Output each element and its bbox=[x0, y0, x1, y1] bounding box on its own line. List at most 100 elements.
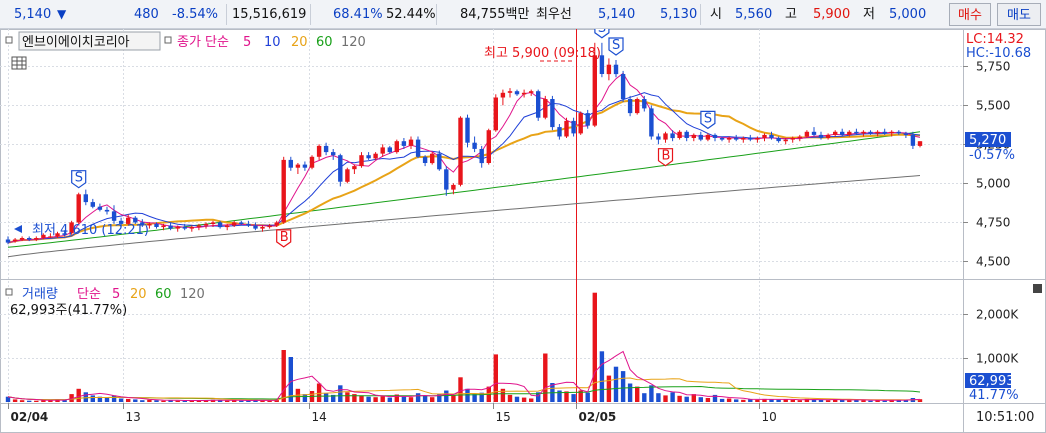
signal-label: B bbox=[662, 149, 671, 164]
volume-bar bbox=[790, 399, 795, 402]
candle-body bbox=[302, 164, 308, 168]
volume-bar bbox=[663, 395, 668, 402]
quote-bar: 5,140 ▼ 480 -8.54% 15,516,619 68.41% 52.… bbox=[0, 0, 1046, 29]
candle-body bbox=[592, 55, 597, 126]
candle-body bbox=[882, 131, 887, 134]
signal-label: S bbox=[75, 171, 83, 186]
x-tick-label: 02/05 bbox=[579, 410, 617, 424]
candle-body bbox=[182, 227, 187, 229]
candle-body bbox=[726, 138, 732, 140]
candle-body bbox=[797, 136, 802, 139]
legend-toggle-icon[interactable] bbox=[5, 36, 13, 44]
candle-body bbox=[557, 127, 562, 137]
candle-body bbox=[910, 134, 916, 146]
volume-toggle-icon[interactable] bbox=[5, 288, 13, 296]
candle-body bbox=[500, 92, 506, 98]
candle-body bbox=[359, 155, 364, 167]
candle-body bbox=[437, 153, 442, 170]
volume-bar bbox=[642, 393, 647, 402]
open-label: 시 bbox=[710, 7, 722, 22]
buy-button[interactable]: 매수 bbox=[949, 3, 991, 26]
ma20-legend: 20 bbox=[291, 35, 308, 50]
x-axis: 02/04 13 14 15 02/05 10 bbox=[8, 403, 777, 424]
candle-body bbox=[818, 134, 824, 138]
candle-body bbox=[677, 131, 682, 138]
volume-bar bbox=[670, 392, 675, 402]
price-tick-label: 4,500 bbox=[976, 255, 1010, 269]
ma60-legend: 60 bbox=[316, 35, 333, 50]
candle-body bbox=[373, 153, 378, 159]
candle-body bbox=[486, 130, 491, 163]
volume-bar bbox=[175, 400, 180, 402]
volume-bar bbox=[111, 395, 117, 402]
volume-bar bbox=[359, 395, 364, 402]
volume-bar bbox=[755, 399, 760, 402]
volume-bar bbox=[635, 386, 640, 402]
candle-body bbox=[656, 136, 661, 140]
volume-bar bbox=[698, 397, 703, 402]
volume-bar bbox=[126, 398, 131, 402]
ma-toggle-icon[interactable] bbox=[164, 36, 172, 44]
candle-body bbox=[458, 117, 463, 185]
candle-body bbox=[408, 139, 414, 146]
candle-body bbox=[415, 139, 421, 157]
candle-body bbox=[444, 169, 449, 190]
candle-body bbox=[217, 222, 223, 228]
chart-area[interactable]: 최고 5,900 (09:18) 최저 4,610 (12:21) SBSSBS… bbox=[0, 29, 1046, 433]
volume-bar bbox=[83, 392, 88, 402]
candle-body bbox=[295, 164, 301, 168]
volume-bar bbox=[373, 397, 378, 402]
price-axis: 5,7505,5005,2505,0004,7504,500 bbox=[963, 60, 1010, 269]
candle-body bbox=[620, 74, 626, 99]
ma5-legend: 5 bbox=[243, 35, 251, 50]
candle-body bbox=[401, 141, 407, 146]
down-arrow-icon: ▼ bbox=[57, 7, 67, 21]
high-label: 고 bbox=[785, 7, 797, 22]
candle-body bbox=[260, 227, 265, 229]
table-icon[interactable] bbox=[11, 56, 27, 70]
candle-body bbox=[642, 99, 647, 109]
candle-body bbox=[705, 134, 711, 140]
candle-body bbox=[90, 202, 95, 207]
price-tick-label: 5,000 bbox=[976, 177, 1010, 191]
volume-bar bbox=[27, 400, 32, 402]
volume-bar bbox=[430, 397, 435, 402]
volume-bar bbox=[140, 400, 145, 402]
candle-body bbox=[288, 159, 293, 168]
volume-bar bbox=[521, 397, 527, 402]
volume-bar bbox=[76, 388, 81, 402]
volume-bar bbox=[401, 396, 407, 402]
x-tick-label: 15 bbox=[496, 410, 511, 424]
candle-body bbox=[691, 134, 696, 138]
candle-body bbox=[189, 227, 194, 229]
price-change-pct: -8.54% bbox=[172, 7, 218, 22]
candle-body bbox=[635, 99, 640, 114]
candle-body bbox=[331, 152, 336, 156]
candle-body bbox=[97, 206, 103, 210]
volume-bar bbox=[684, 396, 689, 402]
volume-info: 62,993주(41.77%) bbox=[10, 303, 127, 318]
volume-bar bbox=[620, 371, 626, 402]
candle-body bbox=[521, 92, 527, 95]
volume-bar bbox=[366, 396, 371, 402]
sell-button[interactable]: 매도 bbox=[997, 3, 1041, 26]
candle-body bbox=[536, 91, 541, 118]
volume-bar bbox=[613, 366, 619, 402]
volume-bar bbox=[677, 395, 682, 402]
current-price: 5,140 bbox=[14, 7, 52, 22]
volume-bar bbox=[415, 393, 421, 402]
best-bid: 5,130 bbox=[660, 7, 698, 22]
volume-bar bbox=[797, 400, 802, 402]
candle-body bbox=[225, 225, 230, 228]
volume-bar bbox=[543, 353, 548, 402]
candle-body bbox=[606, 64, 612, 75]
volume-bar bbox=[847, 400, 852, 402]
volume-bar bbox=[338, 385, 343, 402]
candle-body bbox=[861, 131, 866, 134]
candle-body bbox=[422, 156, 428, 163]
candle-body bbox=[529, 91, 534, 93]
candle-body bbox=[253, 225, 258, 229]
volume-tick-label: 2,000K bbox=[976, 308, 1019, 322]
maximize-icon[interactable] bbox=[1033, 284, 1042, 293]
candle-body bbox=[698, 134, 703, 140]
